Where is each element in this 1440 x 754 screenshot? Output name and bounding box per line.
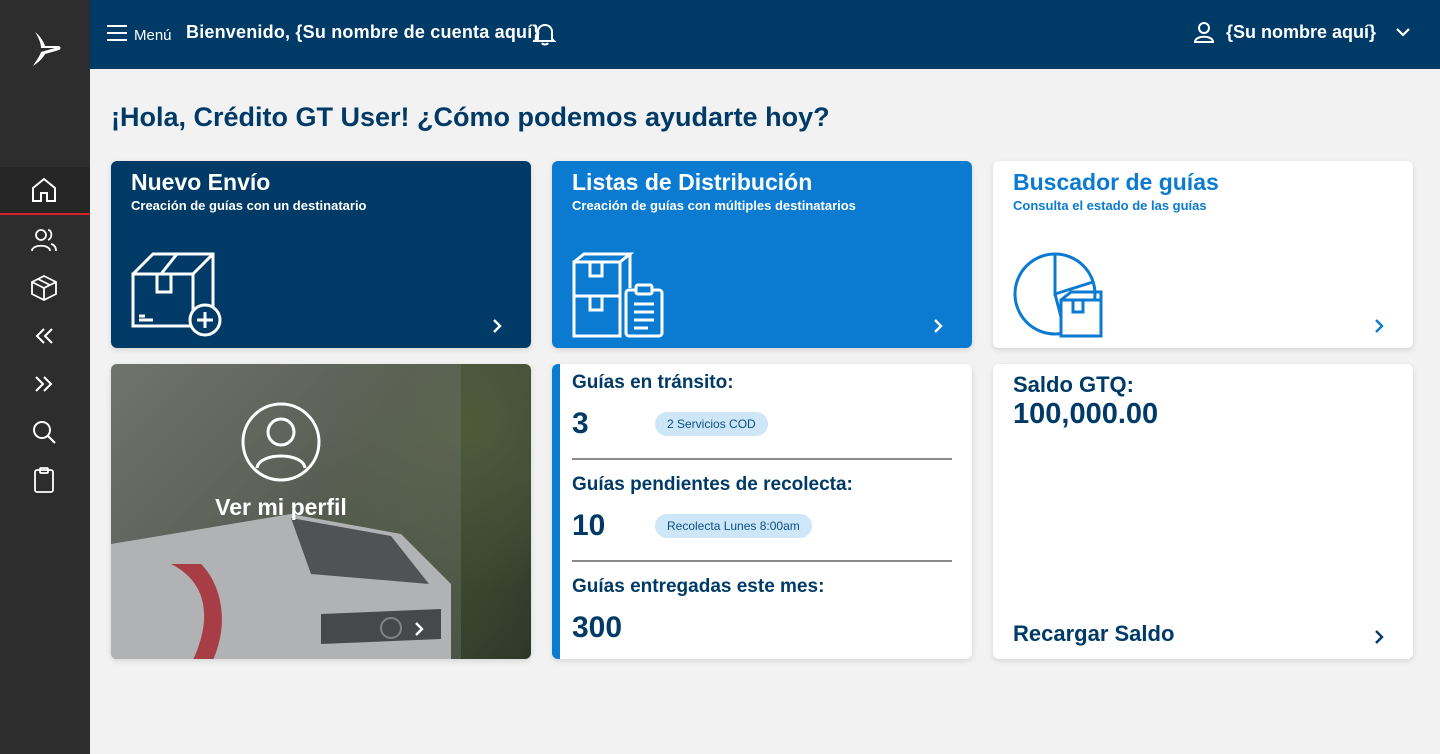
topbar: Menú Bienvenido, {Su nombre de cuenta aq… [90, 0, 1440, 69]
pie-box-icon [1013, 252, 1103, 338]
menu-button[interactable]: Menú [106, 22, 172, 44]
user-icon [1193, 22, 1214, 43]
chevron-right-icon [415, 622, 424, 636]
bell-icon[interactable] [532, 21, 558, 47]
brand-logo-icon [33, 32, 61, 66]
chevron-right-icon [934, 319, 943, 333]
delivered-label: Guías entregadas este mes: [572, 576, 825, 597]
distribution-lists-card[interactable]: Listas de Distribución Creación de guías… [552, 161, 972, 348]
guide-stats-card: Guías en tránsito: 3 2 Servicios COD Guí… [552, 364, 972, 659]
sidebar-item-packages[interactable] [0, 264, 90, 312]
sidebar-item-home[interactable] [0, 167, 90, 215]
double-chevron-left-icon [35, 328, 53, 344]
chevron-right-icon [1375, 319, 1384, 333]
hamburger-icon [107, 25, 127, 41]
transit-row: 3 2 Servicios COD [572, 404, 952, 444]
sidebar-item-expand[interactable] [0, 360, 90, 408]
boxes-clipboard-icon [572, 252, 664, 338]
balance-label: Saldo GTQ: [1013, 372, 1134, 397]
pending-value: 10 [572, 509, 606, 542]
card-subtitle: Creación de guías con un destinatario [131, 198, 367, 213]
user-name: {Su nombre aquí} [1225, 21, 1376, 42]
transit-value: 3 [572, 407, 589, 440]
balance-value: 100,000.00 [1013, 398, 1159, 430]
welcome-text: Bienvenido, {Su nombre de cuenta aquí} [186, 22, 540, 42]
pending-label: Guías pendientes de recolecta: [572, 474, 853, 495]
user-menu[interactable]: {Su nombre aquí} [1192, 20, 1412, 44]
sidebar-item-contacts[interactable] [0, 216, 90, 264]
card-subtitle: Creación de guías con múltiples destinat… [572, 198, 856, 213]
chevron-down-icon [1396, 28, 1410, 37]
sidebar-item-collapse[interactable] [0, 312, 90, 360]
chevron-right-icon[interactable] [1369, 627, 1389, 647]
sidebar-item-clipboard[interactable] [0, 456, 90, 504]
card-title: Nuevo Envío [131, 169, 271, 195]
new-shipment-card[interactable]: Nuevo Envío Creación de guías con un des… [111, 161, 531, 348]
user-circle-icon [241, 402, 321, 482]
sidebar [0, 0, 90, 754]
sidebar-item-search[interactable] [0, 408, 90, 456]
divider [572, 560, 952, 562]
transit-label: Guías en tránsito: [572, 372, 734, 393]
profile-label: Ver mi perfil [215, 494, 347, 520]
balance-card: Saldo GTQ: 100,000.00 Recargar Saldo [993, 364, 1413, 659]
clipboard-icon [34, 467, 54, 493]
delivered-row: 300 [572, 608, 952, 648]
home-icon [32, 177, 56, 202]
status-badge: Recolecta Lunes 8:00am [655, 514, 812, 538]
box-icon [31, 274, 57, 302]
card-title: Listas de Distribución [572, 169, 813, 195]
page-title: ¡Hola, Crédito GT User! ¿Cómo podemos ay… [111, 102, 830, 132]
box-add-icon [131, 252, 222, 337]
card-title: Buscador de guías [1013, 169, 1219, 195]
double-chevron-right-icon [35, 376, 53, 392]
card-subtitle: Consulta el estado de las guías [1013, 198, 1207, 213]
status-badge: 2 Servicios COD [655, 412, 768, 436]
view-profile-card[interactable]: Ver mi perfil [111, 364, 531, 659]
chevron-right-icon [493, 319, 502, 333]
guide-search-card[interactable]: Buscador de guías Consulta el estado de … [993, 161, 1413, 348]
search-icon [33, 421, 56, 444]
delivered-value: 300 [572, 611, 623, 644]
menu-label: Menú [134, 26, 172, 44]
divider [572, 458, 952, 460]
pending-row: 10 Recolecta Lunes 8:00am [572, 506, 952, 546]
recharge-balance-link[interactable]: Recargar Saldo [1013, 621, 1174, 647]
users-icon [31, 229, 57, 252]
